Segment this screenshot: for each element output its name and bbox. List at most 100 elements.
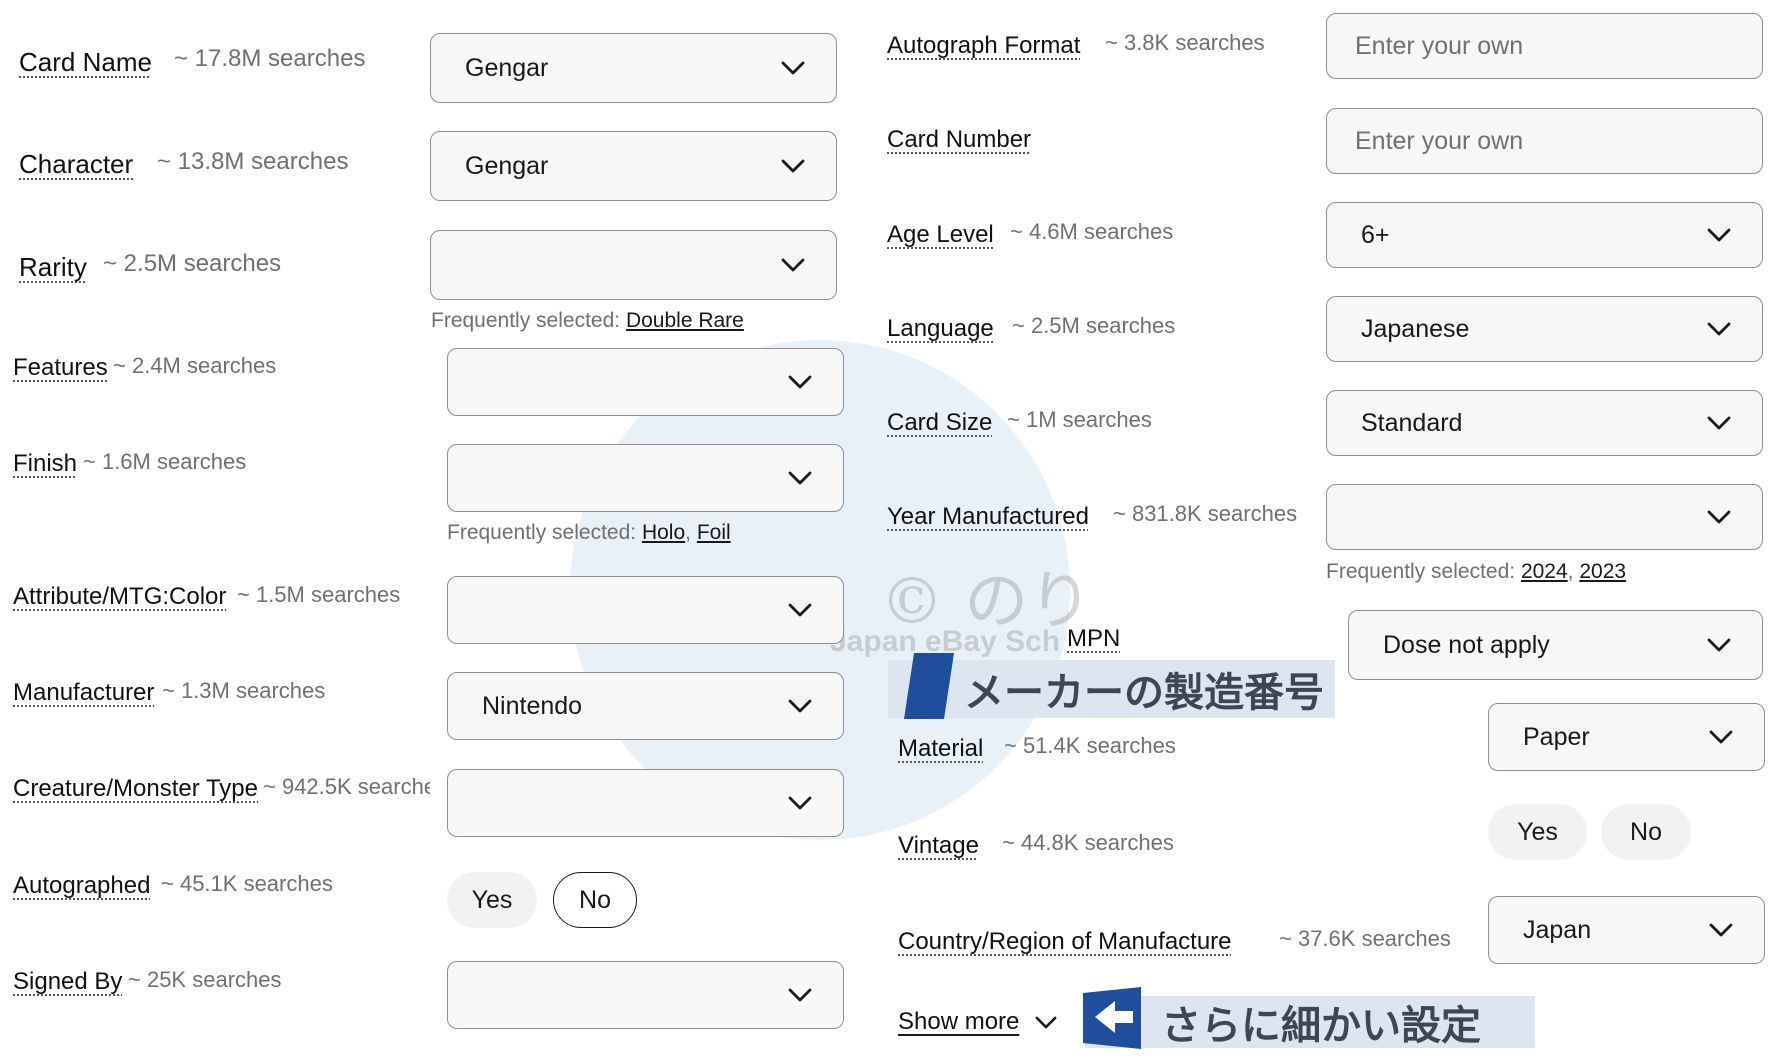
label-card-size[interactable]: Card Size (887, 409, 992, 437)
vintage-yes-button[interactable]: Yes (1488, 804, 1587, 860)
select-rarity[interactable] (430, 230, 837, 300)
frequently-selected-finish: Frequently selected: Holo, Foil (447, 521, 731, 545)
blue-marker-icon (904, 653, 954, 719)
select-material[interactable]: Paper (1488, 703, 1765, 771)
show-more-label: Show more (898, 1008, 1020, 1035)
hint-card-size: ~ 1M searches (1007, 407, 1152, 432)
select-country-region[interactable]: Japan (1488, 896, 1765, 964)
hint-creature-monster-type: ~ 942.5K searche (263, 774, 430, 799)
hint-autographed: ~ 45.1K searches (161, 871, 333, 896)
label-year-manufactured[interactable]: Year Manufactured (887, 503, 1089, 531)
label-features[interactable]: Features (13, 354, 108, 382)
hint-language: ~ 2.5M searches (1012, 313, 1176, 338)
chevron-down-icon (1033, 1009, 1059, 1035)
mpn-annotation-banner: メーカーの製造番号 (888, 653, 1335, 719)
hint-material: ~ 51.4K searches (1004, 733, 1176, 758)
freq-option-double-rare[interactable]: Double Rare (626, 309, 744, 332)
label-mpn[interactable]: MPN (1067, 625, 1120, 653)
hint-rarity: ~ 2.5M searches (103, 250, 282, 277)
show-more-toggle[interactable]: Show more (898, 1008, 1059, 1036)
vintage-no-button[interactable]: No (1601, 804, 1691, 860)
chevron-down-icon (780, 55, 806, 81)
label-attribute-mtg-color[interactable]: Attribute/MTG:Color (13, 583, 226, 611)
select-card-size[interactable]: Standard (1326, 390, 1763, 456)
frequently-selected-year: Frequently selected: 2024, 2023 (1326, 560, 1626, 584)
select-card-name[interactable]: Gengar (430, 33, 837, 103)
freq-prefix: Frequently selected: (1326, 560, 1516, 583)
select-year-manufactured[interactable] (1326, 484, 1763, 550)
chevron-down-icon (787, 693, 813, 719)
arrow-left-icon (1083, 987, 1141, 1049)
label-signed-by[interactable]: Signed By (13, 968, 122, 996)
autographed-yes-button[interactable]: Yes (447, 872, 537, 928)
chevron-down-icon (1708, 917, 1734, 943)
hint-finish: ~ 1.6M searches (83, 449, 247, 474)
label-country-region[interactable]: Country/Region of Manufacture (898, 928, 1232, 956)
select-signed-by[interactable] (447, 961, 844, 1029)
freq-prefix: Frequently selected: (447, 521, 637, 544)
freq-prefix: Frequently selected: (431, 309, 621, 332)
label-autograph-format[interactable]: Autograph Format (887, 32, 1080, 60)
label-autographed[interactable]: Autographed (13, 872, 150, 900)
chevron-down-icon (1708, 724, 1734, 750)
select-value: 6+ (1361, 220, 1390, 249)
card-number-input[interactable] (1326, 108, 1763, 174)
hint-features: ~ 2.4M searches (113, 353, 277, 378)
label-manufacturer[interactable]: Manufacturer (13, 679, 154, 707)
label-material[interactable]: Material (898, 735, 983, 763)
select-value: Standard (1361, 408, 1463, 437)
chevron-down-icon (787, 982, 813, 1008)
chevron-down-icon (1706, 410, 1732, 436)
hint-character: ~ 13.8M searches (157, 148, 349, 175)
select-value: Gengar (465, 151, 549, 180)
chevron-down-icon (1706, 222, 1732, 248)
show-more-annotation-text: さらに細かい設定 (1161, 1003, 1481, 1049)
select-language[interactable]: Japanese (1326, 296, 1763, 362)
chevron-down-icon (780, 153, 806, 179)
select-value: Paper (1523, 722, 1590, 751)
label-card-name[interactable]: Card Name (19, 47, 152, 78)
select-value: Dose not apply (1383, 630, 1550, 659)
select-finish[interactable] (447, 444, 844, 512)
select-age-level[interactable]: 6+ (1326, 202, 1763, 268)
hint-age-level: ~ 4.6M searches (1010, 219, 1174, 244)
hint-attribute-mtg-color: ~ 1.5M searches (237, 582, 401, 607)
autograph-format-input[interactable] (1326, 13, 1763, 79)
label-language[interactable]: Language (887, 315, 994, 343)
hint-country-region: ~ 37.6K searches (1279, 926, 1451, 951)
select-value: Japanese (1361, 314, 1470, 343)
chevron-down-icon (787, 790, 813, 816)
hint-card-name: ~ 17.8M searches (174, 45, 366, 72)
freq-separator: , (1567, 560, 1580, 583)
freq-option-2024[interactable]: 2024 (1521, 560, 1568, 583)
hint-signed-by: ~ 25K searches (128, 967, 282, 992)
chevron-down-icon (787, 369, 813, 395)
label-rarity[interactable]: Rarity (19, 252, 87, 283)
chevron-down-icon (780, 252, 806, 278)
select-manufacturer[interactable]: Nintendo (447, 672, 844, 740)
freq-option-foil[interactable]: Foil (697, 521, 731, 544)
select-value: Japan (1523, 915, 1592, 944)
select-attribute-mtg-color[interactable] (447, 576, 844, 644)
freq-option-2023[interactable]: 2023 (1579, 560, 1626, 583)
label-vintage[interactable]: Vintage (898, 832, 979, 860)
label-card-number[interactable]: Card Number (887, 126, 1031, 154)
select-features[interactable] (447, 348, 844, 416)
chevron-down-icon (787, 465, 813, 491)
chevron-down-icon (1706, 316, 1732, 342)
frequently-selected-rarity: Frequently selected: Double Rare (431, 309, 746, 333)
chevron-down-icon (787, 597, 813, 623)
show-more-annotation-banner: さらに細かい設定 (1083, 987, 1535, 1049)
select-mpn[interactable]: Dose not apply (1348, 610, 1763, 680)
select-value: Nintendo (482, 691, 583, 720)
select-character[interactable]: Gengar (430, 131, 837, 201)
label-age-level[interactable]: Age Level (887, 221, 994, 249)
autographed-no-button[interactable]: No (553, 872, 637, 928)
select-creature-monster-type[interactable] (447, 769, 844, 837)
select-value: Gengar (465, 53, 549, 82)
label-character[interactable]: Character (19, 149, 133, 180)
hint-autograph-format: ~ 3.8K searches (1105, 30, 1265, 55)
label-creature-monster-type[interactable]: Creature/Monster Type (13, 775, 258, 803)
freq-option-holo[interactable]: Holo (642, 521, 685, 544)
label-finish[interactable]: Finish (13, 450, 77, 478)
